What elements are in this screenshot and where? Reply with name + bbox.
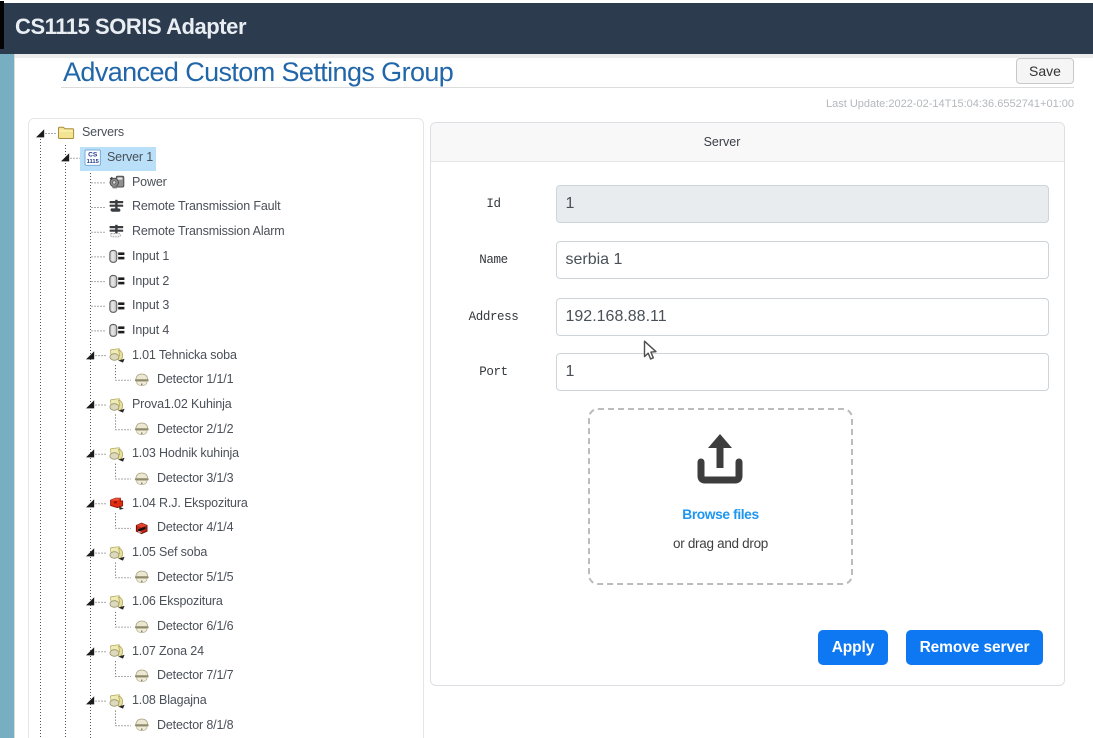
svg-text:1115: 1115 [87, 159, 100, 165]
svg-text:CS: CS [88, 151, 98, 158]
